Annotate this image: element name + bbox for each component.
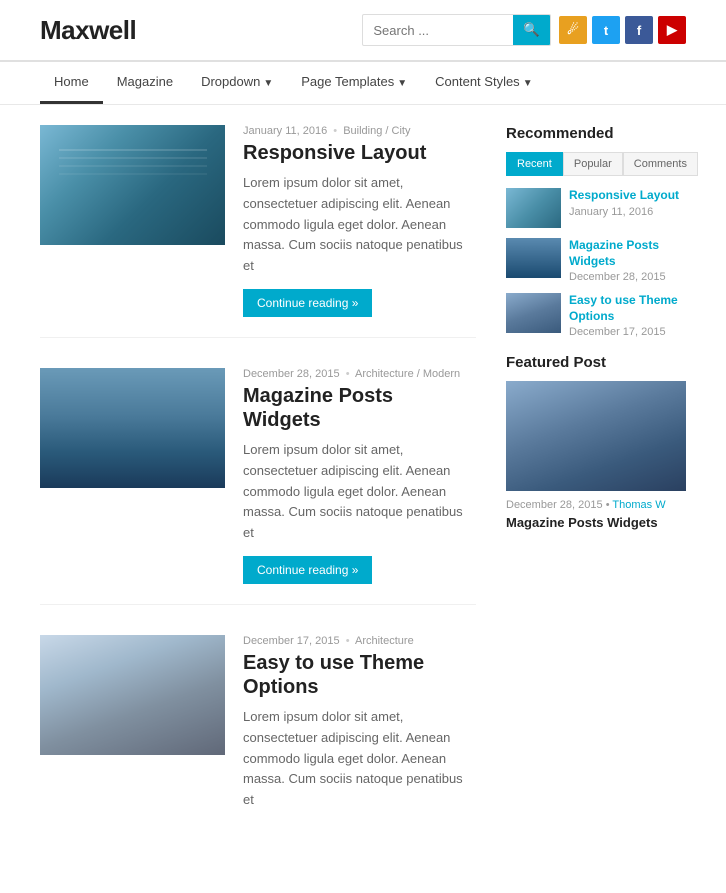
nav-item-home[interactable]: Home (40, 62, 103, 104)
rec-date-3: December 17, 2015 (569, 326, 686, 338)
nav-link-content-styles[interactable]: Content Styles▼ (421, 62, 546, 101)
nav-item-magazine[interactable]: Magazine (103, 62, 187, 104)
article-2: December 28, 2015 • Architecture / Moder… (40, 368, 476, 605)
rec-item-3: Easy to use Theme Options December 17, 2… (506, 293, 686, 338)
article-excerpt-1: Lorem ipsum dolor sit amet, consectetuer… (243, 173, 476, 277)
nav-item-dropdown[interactable]: Dropdown▼ (187, 62, 287, 104)
content-area: January 11, 2016 • Building / City Respo… (40, 125, 476, 873)
nav-item-content-styles[interactable]: Content Styles▼ (421, 62, 546, 104)
nav-link-home[interactable]: Home (40, 62, 103, 101)
featured-image (506, 381, 686, 491)
tab-recent[interactable]: Recent (506, 152, 563, 176)
nav-link-page-templates[interactable]: Page Templates▼ (287, 62, 421, 101)
tab-comments[interactable]: Comments (623, 152, 698, 176)
featured-section: Featured Post December 28, 2015 • Thomas… (506, 354, 686, 532)
chevron-down-icon: ▼ (397, 78, 407, 89)
article-meta-1: January 11, 2016 • Building / City (243, 125, 476, 137)
article-category-1: Building / City (343, 125, 410, 137)
chevron-down-icon: ▼ (523, 78, 533, 89)
article-meta-3: December 17, 2015 • Architecture (243, 635, 476, 647)
rec-content-2: Magazine Posts Widgets December 28, 2015 (569, 238, 686, 283)
continue-reading-2[interactable]: Continue reading (243, 556, 372, 584)
article-body-2: December 28, 2015 • Architecture / Moder… (243, 368, 476, 584)
rec-title-2[interactable]: Magazine Posts Widgets (569, 238, 686, 269)
featured-author: Thomas W (612, 499, 665, 511)
article-thumb-1 (40, 125, 225, 317)
article-excerpt-2: Lorem ipsum dolor sit amet, consectetuer… (243, 440, 476, 544)
article-meta-2: December 28, 2015 • Architecture / Moder… (243, 368, 476, 380)
nav-link-magazine[interactable]: Magazine (103, 62, 187, 101)
rec-date-1: January 11, 2016 (569, 206, 679, 218)
search-box: 🔍 (362, 14, 551, 46)
rec-image-2 (506, 238, 561, 278)
featured-title: Featured Post (506, 354, 686, 371)
tabs: Recent Popular Comments (506, 152, 686, 176)
article-title-3[interactable]: Easy to use Theme Options (243, 651, 476, 699)
rec-content-3: Easy to use Theme Options December 17, 2… (569, 293, 686, 338)
rec-thumb-1 (506, 188, 561, 228)
article-title-1[interactable]: Responsive Layout (243, 141, 476, 165)
search-input[interactable] (363, 17, 513, 44)
article-body-3: December 17, 2015 • Architecture Easy to… (243, 635, 476, 823)
rec-content-1: Responsive Layout January 11, 2016 (569, 188, 679, 218)
rec-item-1: Responsive Layout January 11, 2016 (506, 188, 686, 228)
continue-reading-1[interactable]: Continue reading (243, 289, 372, 317)
nav-item-page-templates[interactable]: Page Templates▼ (287, 62, 421, 104)
rec-item-2: Magazine Posts Widgets December 28, 2015 (506, 238, 686, 283)
article-category-3: Architecture (355, 635, 414, 647)
rss-icon[interactable]: ☄ (559, 16, 587, 44)
social-icons: ☄ t f ▶ (559, 16, 686, 44)
article-image-1 (40, 125, 225, 245)
article-body-1: January 11, 2016 • Building / City Respo… (243, 125, 476, 317)
main-nav: Home Magazine Dropdown▼ Page Templates▼ … (0, 60, 726, 105)
chevron-down-icon: ▼ (263, 78, 273, 89)
nav-link-dropdown[interactable]: Dropdown▼ (187, 62, 287, 101)
search-icon: 🔍 (523, 22, 540, 38)
youtube-icon[interactable]: ▶ (658, 16, 686, 44)
site-title: Maxwell (40, 15, 136, 46)
facebook-icon[interactable]: f (625, 16, 653, 44)
article-image-2 (40, 368, 225, 488)
rec-image-1 (506, 188, 561, 228)
article-date-2: December 28, 2015 (243, 368, 340, 380)
rec-title-3[interactable]: Easy to use Theme Options (569, 293, 686, 324)
rec-title-1[interactable]: Responsive Layout (569, 188, 679, 204)
rec-thumb-2 (506, 238, 561, 278)
article-excerpt-3: Lorem ipsum dolor sit amet, consectetuer… (243, 707, 476, 811)
rec-image-3 (506, 293, 561, 333)
featured-post-title[interactable]: Magazine Posts Widgets (506, 515, 686, 532)
recommended-title: Recommended (506, 125, 686, 142)
article-thumb-3 (40, 635, 225, 823)
featured-date: December 28, 2015 (506, 499, 603, 511)
article-title-2[interactable]: Magazine Posts Widgets (243, 384, 476, 432)
rec-date-2: December 28, 2015 (569, 271, 686, 283)
article-date-1: January 11, 2016 (243, 125, 327, 137)
article-3: December 17, 2015 • Architecture Easy to… (40, 635, 476, 843)
article-date-3: December 17, 2015 (243, 635, 340, 647)
search-button[interactable]: 🔍 (513, 15, 550, 45)
rec-thumb-3 (506, 293, 561, 333)
twitter-icon[interactable]: t (592, 16, 620, 44)
sidebar: Recommended Recent Popular Comments Resp… (506, 125, 686, 873)
article-image-3 (40, 635, 225, 755)
featured-meta: December 28, 2015 • Thomas W (506, 499, 686, 511)
article-1: January 11, 2016 • Building / City Respo… (40, 125, 476, 338)
article-category-2: Architecture / Modern (355, 368, 460, 380)
tab-popular[interactable]: Popular (563, 152, 623, 176)
article-thumb-2 (40, 368, 225, 584)
